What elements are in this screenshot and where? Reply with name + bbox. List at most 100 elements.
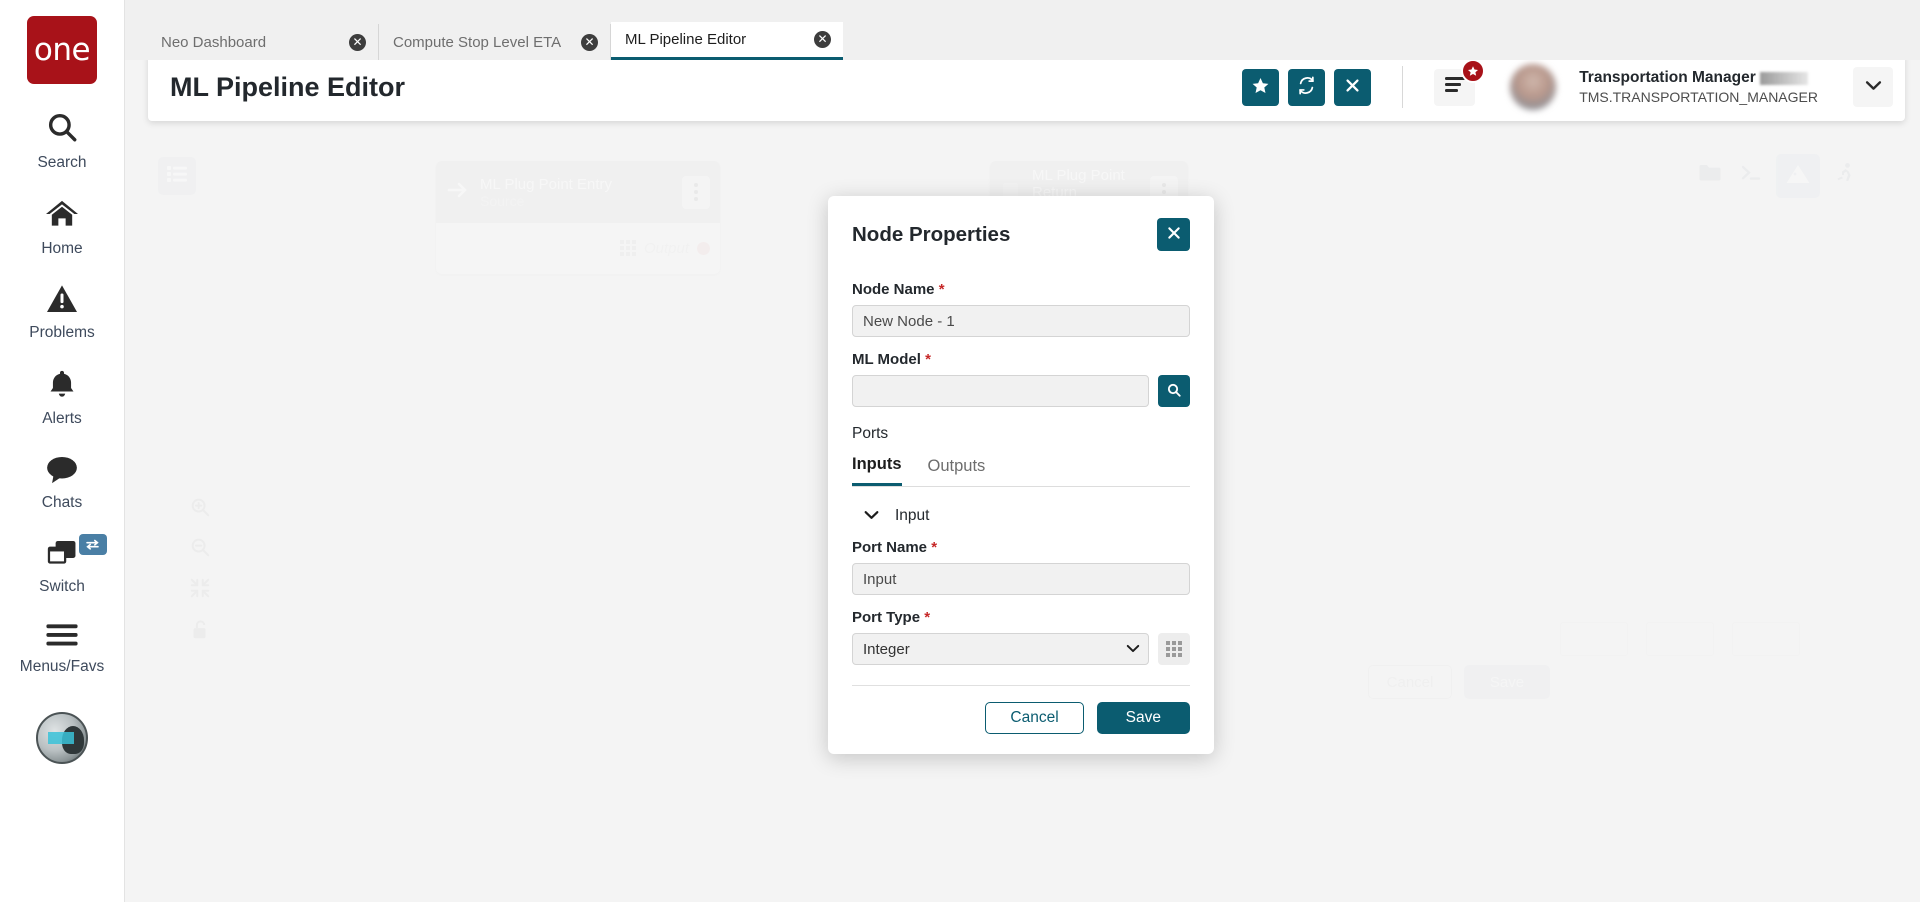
node-header: ML Plug Point Entry Source bbox=[436, 161, 720, 223]
grid-icon bbox=[620, 240, 636, 256]
port-name-label-text: Port Name bbox=[852, 539, 927, 556]
avatar[interactable] bbox=[1510, 64, 1556, 110]
tab-compute-stop-level-eta[interactable]: Compute Stop Level ETA ✕ bbox=[379, 24, 611, 60]
node-ports: Output bbox=[436, 223, 720, 273]
dialog-close-button[interactable] bbox=[1157, 218, 1190, 251]
tab-ml-pipeline-editor[interactable]: ML Pipeline Editor ✕ bbox=[611, 22, 843, 60]
node-title: ML Plug Point Entry bbox=[480, 176, 672, 193]
required-marker: * bbox=[925, 351, 931, 368]
search-icon bbox=[1166, 382, 1182, 401]
sidebar-label-chats: Chats bbox=[42, 494, 83, 512]
zoom-out-button[interactable] bbox=[181, 530, 219, 568]
sidebar-item-switch[interactable]: Switch bbox=[0, 512, 125, 596]
sidebar-label-home: Home bbox=[41, 240, 82, 258]
user-role: TMS.TRANSPORTATION_MANAGER bbox=[1579, 89, 1818, 105]
user-menu-button[interactable] bbox=[1853, 67, 1893, 107]
dialog-footer: Cancel Save bbox=[852, 702, 1190, 734]
ports-heading: Ports bbox=[852, 425, 1190, 443]
refresh-icon bbox=[1297, 76, 1316, 98]
console-button[interactable] bbox=[1733, 156, 1771, 194]
lock-canvas-button[interactable] bbox=[181, 613, 219, 651]
node-name-input[interactable] bbox=[852, 305, 1190, 337]
favorite-button[interactable] bbox=[1242, 69, 1279, 106]
sidebar-item-chats[interactable]: Chats bbox=[0, 428, 125, 512]
shape-tool-button[interactable] bbox=[1776, 154, 1820, 198]
fit-screen-icon bbox=[189, 577, 211, 604]
tab-label: Neo Dashboard bbox=[161, 34, 266, 51]
canvas-list-toggle[interactable] bbox=[158, 157, 196, 195]
sidebar-label-menus-favs: Menus/Favs bbox=[20, 658, 104, 676]
star-icon bbox=[1251, 76, 1270, 98]
port-type-label: Port Type * bbox=[852, 609, 1190, 626]
node-output-port-dot[interactable] bbox=[697, 242, 710, 255]
ml-model-label: ML Model * bbox=[852, 351, 1190, 368]
close-button[interactable] bbox=[1334, 69, 1371, 106]
sidebar-label-alerts: Alerts bbox=[42, 410, 82, 428]
save-button[interactable]: Save bbox=[1097, 702, 1190, 734]
sidebar-label-search: Search bbox=[37, 154, 86, 172]
dialog-header: Node Properties bbox=[852, 218, 1190, 251]
sidebar-item-home[interactable]: Home bbox=[0, 172, 125, 258]
left-navigation-rail: one Search Home bbox=[0, 0, 125, 902]
node-port-label: Output bbox=[644, 240, 689, 257]
ml-model-search-button[interactable] bbox=[1158, 375, 1190, 407]
required-marker: * bbox=[939, 281, 945, 298]
tab-label: Compute Stop Level ETA bbox=[393, 34, 561, 51]
required-marker: * bbox=[924, 609, 930, 626]
node-ml-plug-point-entry[interactable]: ML Plug Point Entry Source Output bbox=[436, 161, 720, 274]
port-name-input[interactable] bbox=[852, 563, 1190, 595]
node-name-label: Node Name * bbox=[852, 281, 1190, 298]
user-name: Transportation Manager bbox=[1579, 69, 1756, 87]
list-icon bbox=[166, 164, 188, 189]
required-marker: * bbox=[931, 539, 937, 556]
tab-neo-dashboard[interactable]: Neo Dashboard ✕ bbox=[147, 24, 379, 60]
tab-outputs[interactable]: Outputs bbox=[928, 455, 986, 486]
tab-close-icon[interactable]: ✕ bbox=[814, 31, 831, 48]
tab-close-icon[interactable]: ✕ bbox=[349, 34, 366, 51]
redacted-user-suffix bbox=[1760, 72, 1808, 85]
ai-head-avatar-icon[interactable] bbox=[36, 712, 88, 764]
canvas-save-button[interactable]: Save bbox=[1464, 665, 1550, 699]
fit-to-screen-button[interactable] bbox=[181, 571, 219, 609]
port-direction-tabs: Inputs Outputs bbox=[852, 455, 1190, 487]
sidebar-item-search[interactable]: Search bbox=[0, 84, 125, 172]
page-title: ML Pipeline Editor bbox=[170, 72, 405, 103]
ml-model-field-group: ML Model * bbox=[852, 351, 1190, 407]
port-name-field-group: Port Name * bbox=[852, 539, 1190, 595]
cancel-button[interactable]: Cancel bbox=[985, 702, 1083, 734]
port-type-picker-button[interactable] bbox=[1158, 633, 1190, 665]
app-logo[interactable]: one bbox=[27, 16, 97, 84]
port-type-select[interactable]: Integer bbox=[852, 633, 1149, 665]
ml-model-input[interactable] bbox=[852, 375, 1149, 407]
dialog-title: Node Properties bbox=[852, 223, 1010, 247]
warning-triangle-icon bbox=[45, 284, 79, 319]
canvas-cancel-button[interactable]: Cancel bbox=[1368, 665, 1452, 699]
tab-close-icon[interactable]: ✕ bbox=[581, 34, 598, 51]
tab-bar: Neo Dashboard ✕ Compute Stop Level ETA ✕… bbox=[125, 0, 1920, 60]
node-name-field-group: Node Name * bbox=[852, 281, 1190, 337]
windows-stack-icon bbox=[45, 538, 79, 573]
node-menu-button[interactable] bbox=[682, 176, 710, 209]
run-pipeline-button[interactable] bbox=[1826, 156, 1864, 194]
open-folder-button[interactable] bbox=[1691, 156, 1729, 194]
canvas-background-chip bbox=[1732, 622, 1800, 656]
header-menu-button[interactable] bbox=[1434, 69, 1475, 106]
tab-label: ML Pipeline Editor bbox=[625, 31, 746, 48]
arrow-right-icon bbox=[446, 180, 470, 205]
sidebar-label-problems: Problems bbox=[29, 324, 94, 342]
sidebar-item-alerts[interactable]: Alerts bbox=[0, 342, 125, 428]
zoom-in-button[interactable] bbox=[181, 490, 219, 528]
input-port-accordion[interactable]: Input bbox=[852, 501, 1190, 539]
unlock-icon bbox=[190, 619, 210, 646]
sidebar-item-problems[interactable]: Problems bbox=[0, 258, 125, 342]
bell-icon bbox=[46, 368, 78, 405]
dialog-divider bbox=[852, 685, 1190, 686]
node-properties-dialog: Node Properties Node Name * ML Model * bbox=[828, 196, 1214, 754]
triangle-icon bbox=[1785, 163, 1811, 190]
refresh-button[interactable] bbox=[1288, 69, 1325, 106]
tab-inputs[interactable]: Inputs bbox=[852, 455, 902, 486]
switch-toggle-badge[interactable] bbox=[79, 534, 107, 555]
port-name-label: Port Name * bbox=[852, 539, 1190, 556]
sidebar-item-menus-favs[interactable]: Menus/Favs bbox=[0, 596, 125, 676]
page-header: ML Pipeline Editor bbox=[148, 53, 1905, 121]
